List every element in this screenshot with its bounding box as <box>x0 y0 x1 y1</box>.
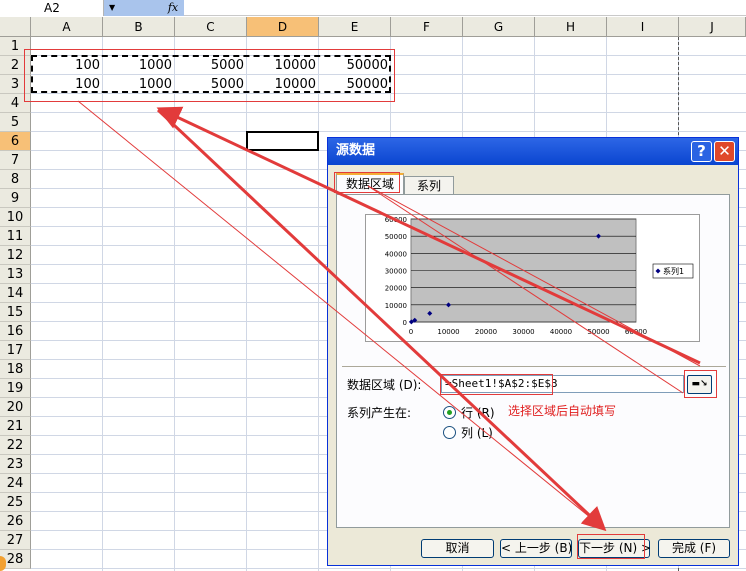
row-header-20[interactable]: 20 <box>0 398 31 417</box>
gridline-col <box>174 37 175 571</box>
column-header-c[interactable]: C <box>175 17 247 37</box>
help-button[interactable]: ? <box>691 141 712 162</box>
chevron-down-icon: ▼ <box>109 3 116 12</box>
data-range-label: 数据区域 (D): <box>347 378 422 392</box>
tab-series-label: 系列 <box>416 179 441 193</box>
radio-rows-label[interactable]: 行 (R) <box>461 405 495 421</box>
row-header-23[interactable]: 23 <box>0 455 31 474</box>
row-header-7[interactable]: 7 <box>0 151 31 170</box>
column-header-b[interactable]: B <box>103 17 175 37</box>
y-tick-label: 30000 <box>385 268 407 276</box>
row-header-16[interactable]: 16 <box>0 322 31 341</box>
row-header-6[interactable]: 6 <box>0 132 31 151</box>
row-header-14[interactable]: 14 <box>0 284 31 303</box>
back-button[interactable]: < 上一步 (B) <box>500 539 572 558</box>
dialog-titlebar[interactable]: 源数据 ? ✕ <box>328 138 738 165</box>
gridline-row <box>31 131 746 132</box>
radio-cols-label[interactable]: 列 (L) <box>461 425 493 441</box>
gridline-col <box>318 37 319 571</box>
row-header-21[interactable]: 21 <box>0 417 31 436</box>
column-header-g[interactable]: G <box>463 17 535 37</box>
annotation-note: 选择区域后自动填写 <box>508 404 617 418</box>
divider <box>342 366 726 367</box>
annotation-box-tab <box>334 172 400 193</box>
row-header-19[interactable]: 19 <box>0 379 31 398</box>
annotation-box-input <box>440 374 553 395</box>
x-tick-label: 40000 <box>550 328 572 336</box>
active-cell[interactable] <box>246 131 319 151</box>
annotation-box-next <box>577 534 645 559</box>
chart-svg: 0 10000 20000 30000 40000 50000 60000 0 10000 200… <box>385 216 694 336</box>
source-data-dialog: 源数据 ? ✕ 数据区域 系列 0 10000 20000 30000 40000 500… <box>327 137 739 566</box>
radio-rows[interactable] <box>443 406 456 419</box>
column-header-e[interactable]: E <box>319 17 391 37</box>
column-header-a[interactable]: A <box>31 17 103 37</box>
name-box[interactable]: A2 <box>0 0 104 16</box>
formula-bar: A2 ▼ fx <box>0 0 746 16</box>
tab-series[interactable]: 系列 <box>404 176 454 196</box>
gridline-row <box>31 112 746 113</box>
radio-checked-dot <box>447 410 452 415</box>
row-header-27[interactable]: 27 <box>0 531 31 550</box>
y-tick-label: 20000 <box>385 285 407 293</box>
chart-preview: 0 10000 20000 30000 40000 50000 60000 0 10000 200… <box>365 214 700 342</box>
name-box-value: A2 <box>44 1 60 15</box>
fx-icon[interactable]: fx <box>162 0 184 16</box>
gridline-row <box>31 568 746 569</box>
y-tick-label: 10000 <box>385 302 407 310</box>
y-tick-label: 40000 <box>385 250 407 258</box>
annotation-box-range <box>24 49 395 102</box>
row-header-8[interactable]: 8 <box>0 170 31 189</box>
x-tick-label: 50000 <box>587 328 609 336</box>
row-header-12[interactable]: 12 <box>0 246 31 265</box>
row-header-17[interactable]: 17 <box>0 341 31 360</box>
row-header-9[interactable]: 9 <box>0 189 31 208</box>
column-header-d[interactable]: D <box>247 17 319 37</box>
y-tick-label: 60000 <box>385 216 407 224</box>
radio-cols[interactable] <box>443 426 456 439</box>
column-header-h[interactable]: H <box>535 17 607 37</box>
close-button[interactable]: ✕ <box>714 141 735 162</box>
row-header-18[interactable]: 18 <box>0 360 31 379</box>
legend-label: 系列1 <box>663 266 684 276</box>
row-header-10[interactable]: 10 <box>0 208 31 227</box>
row-header-25[interactable]: 25 <box>0 493 31 512</box>
column-header-f[interactable]: F <box>391 17 463 37</box>
row-header-24[interactable]: 24 <box>0 474 31 493</box>
row-header-26[interactable]: 26 <box>0 512 31 531</box>
series-in-label: 系列产生在: <box>347 406 412 420</box>
x-tick-label: 20000 <box>475 328 497 336</box>
x-tick-label: 60000 <box>625 328 647 336</box>
column-header-i[interactable]: I <box>607 17 679 37</box>
gridline-col <box>246 37 247 571</box>
column-header-j[interactable]: J <box>679 17 746 37</box>
row-header-13[interactable]: 13 <box>0 265 31 284</box>
gridline-col <box>102 37 103 571</box>
dialog-title: 源数据 <box>336 143 376 158</box>
row-header-22[interactable]: 22 <box>0 436 31 455</box>
x-tick-label: 30000 <box>512 328 534 336</box>
x-tick-label: 10000 <box>437 328 459 336</box>
name-box-dropdown[interactable]: ▼ <box>104 0 162 16</box>
row-header-5[interactable]: 5 <box>0 113 31 132</box>
y-tick-label: 50000 <box>385 233 407 241</box>
y-tick-label: 0 <box>403 319 407 327</box>
row-header-11[interactable]: 11 <box>0 227 31 246</box>
annotation-box-collapse <box>684 370 717 398</box>
select-all-corner[interactable] <box>0 17 31 37</box>
cancel-button[interactable]: 取消 <box>421 539 494 558</box>
finish-button[interactable]: 完成 (F) <box>658 539 730 558</box>
row-header-15[interactable]: 15 <box>0 303 31 322</box>
x-tick-label: 0 <box>409 328 413 336</box>
